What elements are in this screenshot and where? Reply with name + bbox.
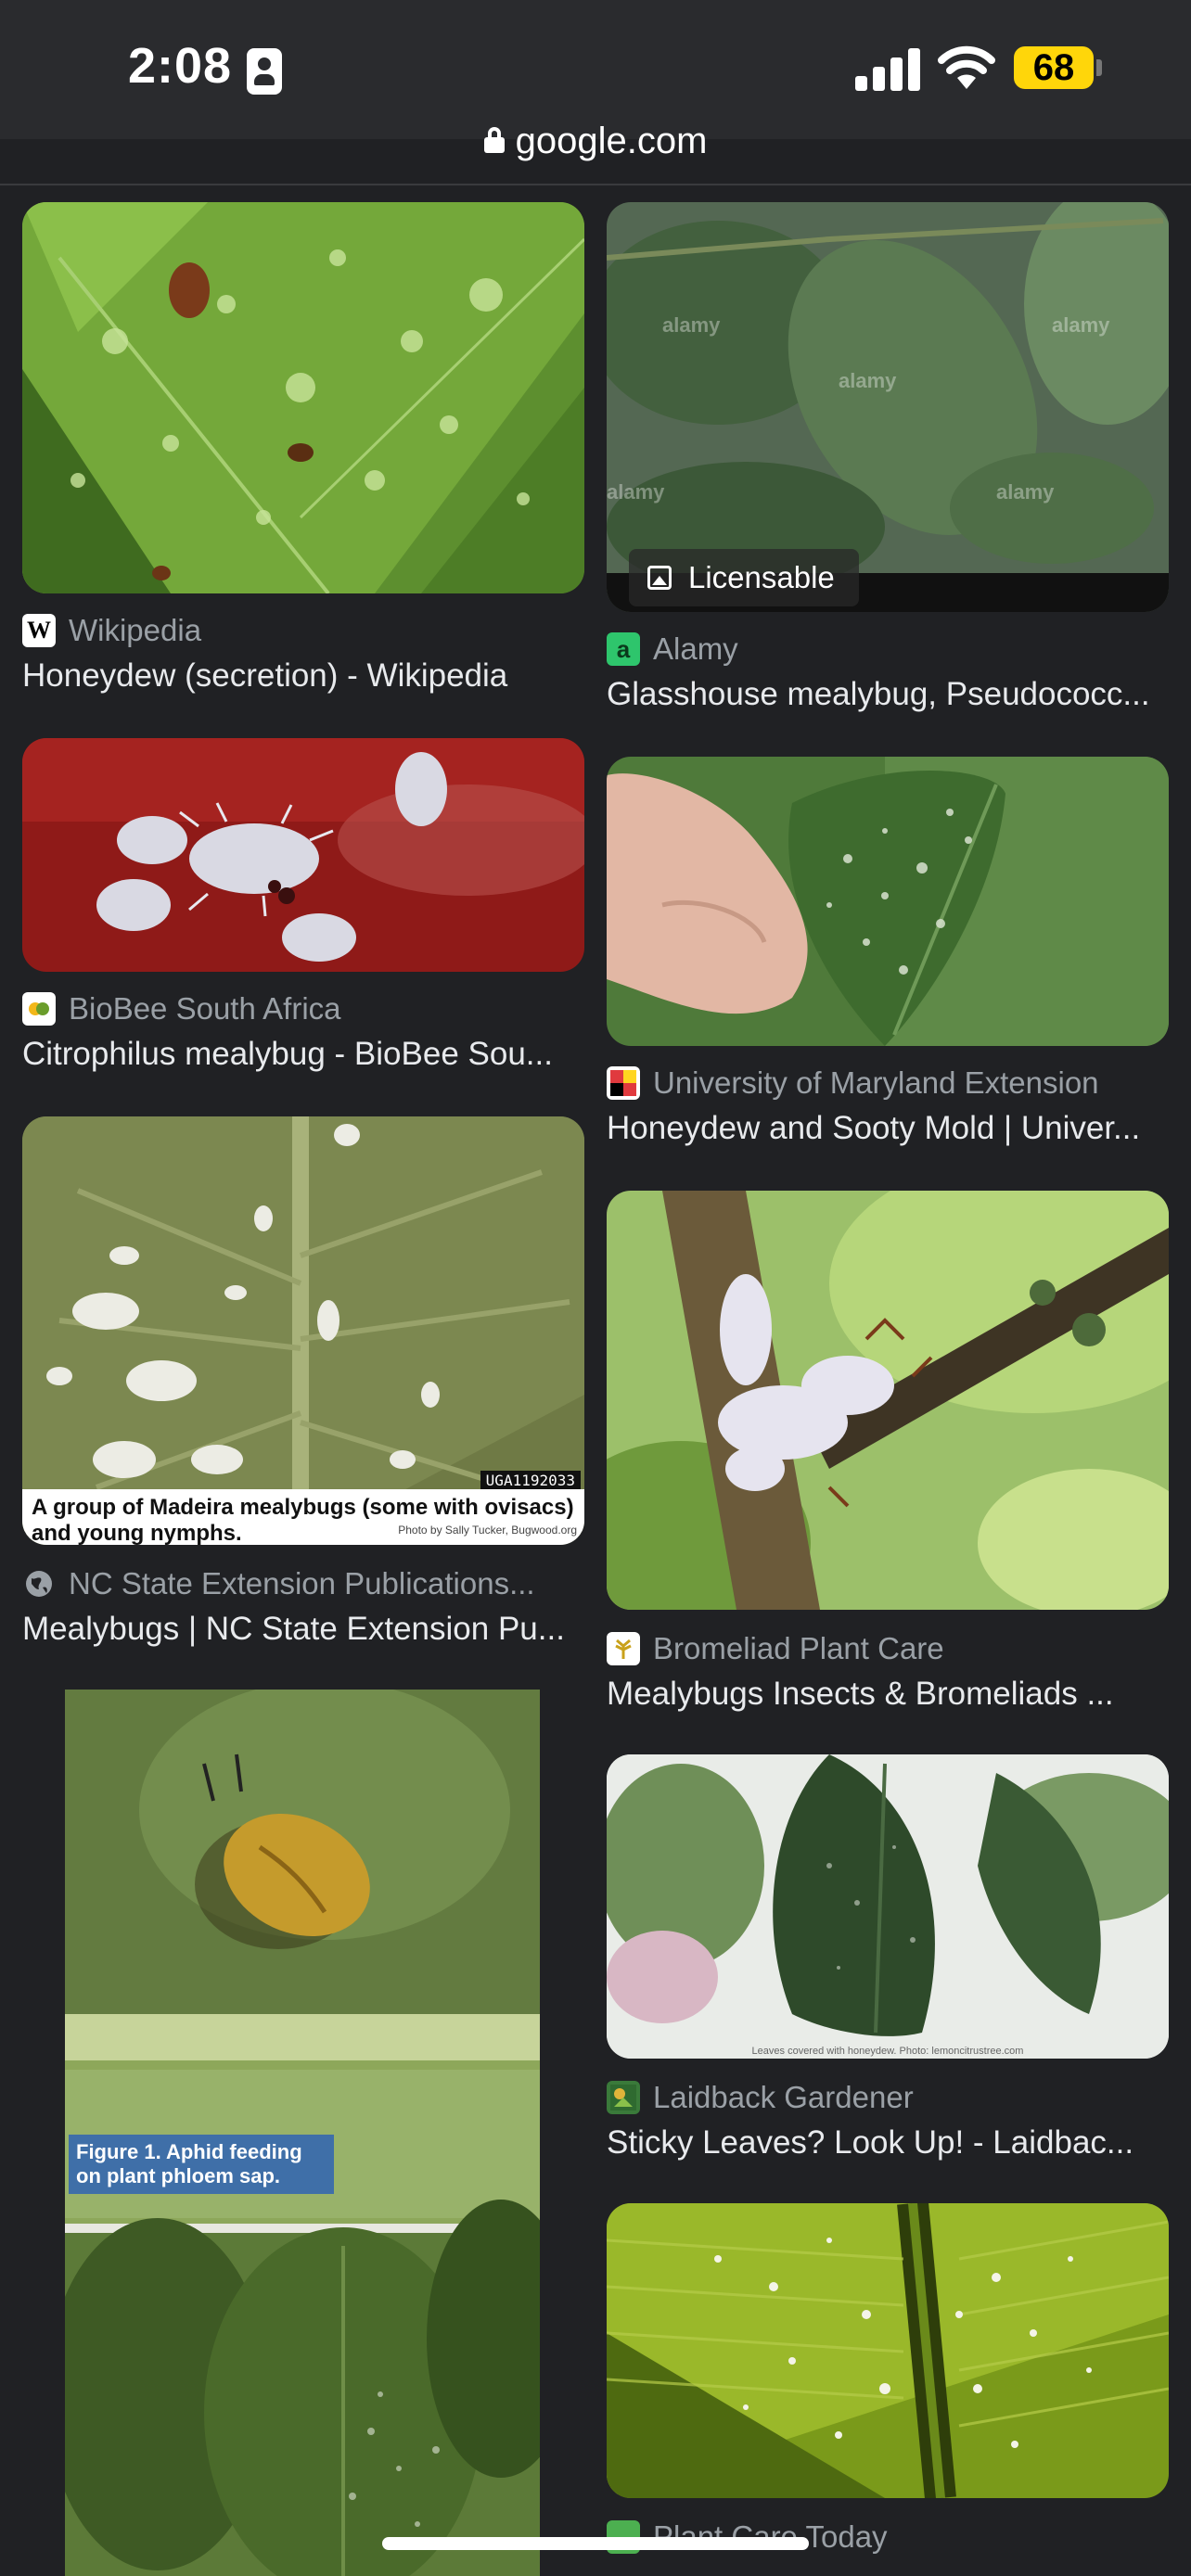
cellular-signal-icon [855,46,920,91]
status-time: 2:08 [128,38,233,94]
watermark-text: alamy [996,480,1055,504]
alamy-favicon-icon: a [607,632,640,666]
battery-indicator: 68 [1014,46,1094,89]
wifi-icon [938,45,995,89]
source-name: Alamy [653,631,738,666]
result-title[interactable]: Mealybugs Insects & Bromeliads ... [607,1673,1169,1715]
battery-tip [1096,59,1102,76]
watermark-text: alamy [607,480,665,504]
watermark-text: alamy [839,369,897,392]
result-thumbnail[interactable]: alamy alamy alamy alamy alamy Licensable [607,202,1169,612]
source-name: Bromeliad Plant Care [653,1631,944,1665]
result-source[interactable]: Laidback Gardener [607,2077,914,2118]
result-source[interactable]: BioBee South Africa [22,988,341,1029]
source-name: BioBee South Africa [69,991,341,1026]
url-text: google.com [515,121,708,161]
globe-icon [22,1567,56,1600]
result-title[interactable]: Glasshouse mealybug, Pseudococc... [607,673,1169,716]
result-thumbnail[interactable] [607,1191,1169,1610]
result-title[interactable]: Sticky Leaves? Look Up! - Laidbac... [607,2122,1169,2164]
lock-icon [483,126,505,153]
watermark-text: alamy [662,313,721,337]
image-credit: Photo by Sally Tucker, Bugwood.org [398,1524,577,1537]
result-thumbnail[interactable]: UGA1192033 A group of Madeira mealybugs … [22,1116,584,1545]
address-bar[interactable]: google.com [0,121,1191,182]
toolbar-divider [0,184,1191,185]
watermark-text: alamy [1052,313,1110,337]
result-thumbnail[interactable] [22,202,584,593]
result-thumbnail[interactable] [22,738,584,972]
result-thumbnail[interactable] [607,757,1169,1046]
licensable-label: Licensable [688,560,835,594]
source-name: NC State Extension Publications... [69,1566,535,1600]
image-caption: Leaves covered with honeydew. Photo: lem… [751,2046,1024,2057]
source-name: Laidback Gardener [653,2080,914,2114]
licensable-badge[interactable]: Licensable [629,549,859,606]
result-source[interactable]: University of Maryland Extension [607,1063,1099,1103]
result-source[interactable]: a Alamy [607,629,738,670]
image-caption-strip: A group of Madeira mealybugs (some with … [22,1489,584,1545]
figure-caption: Figure 1. Aphid feeding on plant phloem … [69,2135,334,2194]
image-icon [647,566,672,590]
home-indicator[interactable] [382,2537,809,2550]
biobee-favicon-icon [22,992,56,1026]
result-source[interactable]: Bromeliad Plant Care [607,1628,944,1669]
wikipedia-favicon-icon: W [22,614,56,647]
image-code-label: UGA1192033 [480,1471,581,1490]
umd-favicon-icon [607,1066,640,1100]
result-thumbnail[interactable]: Leaves covered with honeydew. Photo: lem… [607,1754,1169,2059]
laidback-gardener-favicon-icon [607,2081,640,2114]
bromeliad-favicon-icon [607,1632,640,1665]
source-name: University of Maryland Extension [653,1065,1099,1100]
result-title[interactable]: Honeydew (secretion) - Wikipedia [22,655,584,697]
result-thumbnail[interactable] [607,2203,1169,2498]
result-title[interactable]: Mealybugs | NC State Extension Pu... [22,1608,584,1651]
result-title[interactable]: Citrophilus mealybug - BioBee Sou... [22,1033,584,1076]
result-source[interactable]: W Wikipedia [22,610,201,651]
result-thumbnail[interactable]: Figure 1. Aphid feeding on plant phloem … [65,1690,540,2576]
contact-card-icon [247,48,282,95]
source-name: Wikipedia [69,613,202,647]
result-source[interactable]: NC State Extension Publications... [22,1563,535,1604]
result-title[interactable]: Honeydew and Sooty Mold | Univer... [607,1107,1169,1150]
status-bar: 2:08 68 google.com [0,0,1191,161]
